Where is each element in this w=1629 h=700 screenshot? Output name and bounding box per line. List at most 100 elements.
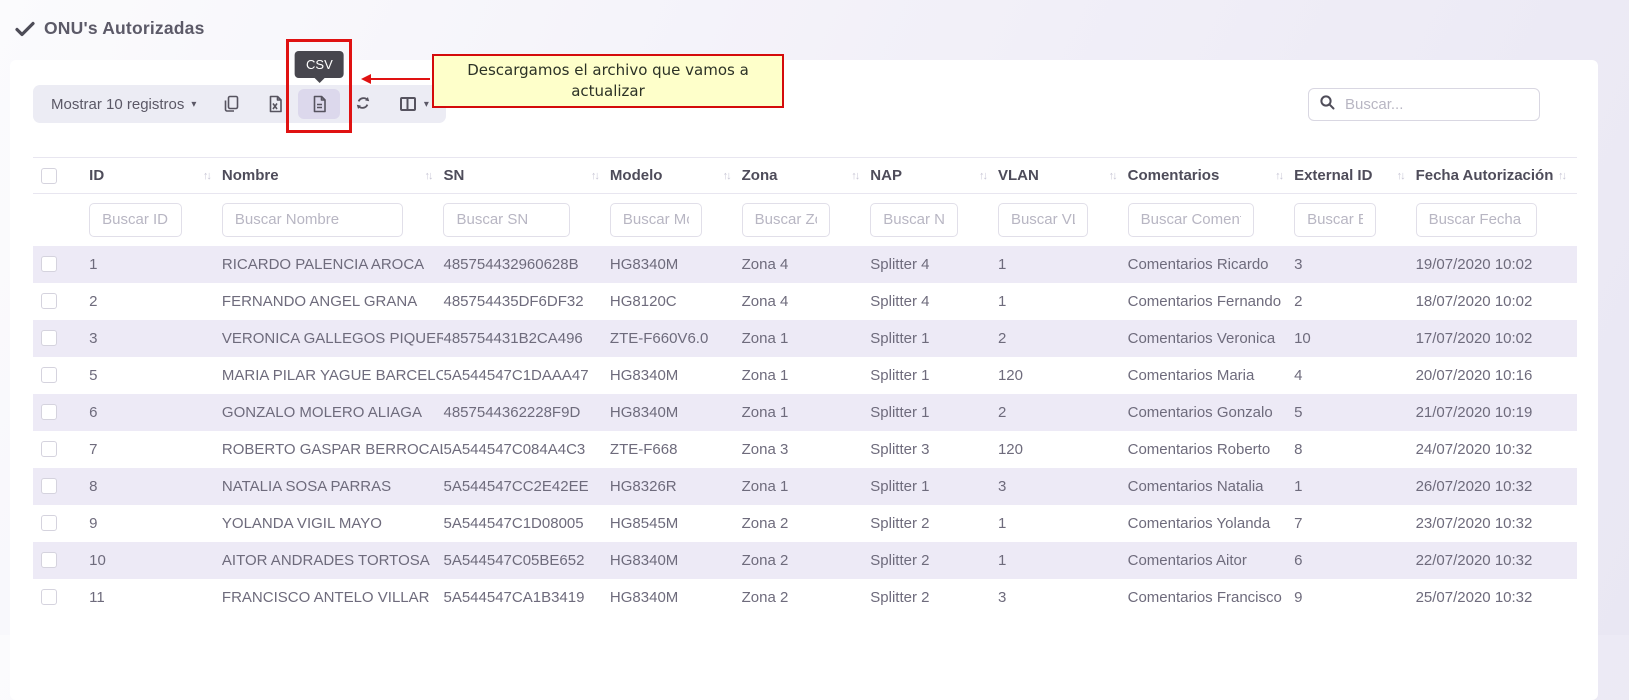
filter-input-vlan[interactable] [998,203,1088,237]
cell-zona: Zona 1 [742,394,871,431]
col-label: VLAN [998,167,1039,184]
filter-input-id[interactable] [89,203,182,237]
filter-input-modelo[interactable] [610,203,702,237]
row-checkbox[interactable] [41,589,57,605]
cell-nombre: FRANCISCO ANTELO VILLAR [222,579,444,616]
cell-sn: 485754435DF6DF32 [443,283,609,320]
col-header-zona[interactable]: Zona ↑↓ [742,158,871,194]
cell-sn: 5A544547C084A4C3 [443,431,609,468]
search-input[interactable] [1345,96,1544,113]
row-checkbox[interactable] [41,552,57,568]
cell-modelo: HG8340M [610,579,742,616]
col-header-comentarios[interactable]: Comentarios↑↓ [1128,158,1294,194]
page-header: ONU's Autorizadas [0,0,1629,39]
col-label: External ID [1294,167,1372,184]
sort-icon[interactable]: ↑↓ [1275,170,1282,182]
cell-id: 7 [89,431,222,468]
check-icon [15,21,35,37]
col-header-sn[interactable]: SN ↑↓ [443,158,609,194]
cell-modelo: HG8340M [610,357,742,394]
cell-sn: 5A544547C1DAAA47 [443,357,609,394]
sort-icon[interactable]: ↑↓ [591,170,598,182]
table-row: 5MARIA PILAR YAGUE BARCELO5A544547C1DAAA… [33,357,1577,394]
select-all-checkbox[interactable] [41,168,57,184]
row-checkbox[interactable] [41,478,57,494]
cell-vlan: 120 [998,431,1128,468]
cell-external_id: 5 [1294,394,1416,431]
filter-input-sn[interactable] [443,203,569,237]
csv-tooltip: CSV [295,51,344,78]
cell-id: 10 [89,542,222,579]
sort-icon[interactable]: ↑↓ [723,170,730,182]
cell-comentarios: Comentarios Fernando [1128,283,1294,320]
reload-button[interactable] [342,89,384,119]
sort-icon[interactable]: ↑↓ [1109,170,1116,182]
sort-icon[interactable]: ↑↓ [1397,170,1404,182]
cell-id: 8 [89,468,222,505]
cell-id: 11 [89,579,222,616]
cell-nap: Splitter 1 [870,320,998,357]
row-checkbox[interactable] [41,330,57,346]
filter-cell-vlan [998,194,1128,246]
row-checkbox-cell [33,468,89,505]
sort-icon[interactable]: ↑↓ [1558,170,1565,182]
cell-nap: Splitter 3 [870,431,998,468]
filter-input-nap[interactable] [870,203,958,237]
cell-zona: Zona 4 [742,246,871,283]
row-checkbox[interactable] [41,293,57,309]
row-checkbox[interactable] [41,441,57,457]
sort-icon[interactable]: ↑↓ [979,170,986,182]
col-header-nap[interactable]: NAP↑↓ [870,158,998,194]
page-title: ONU's Autorizadas [44,18,205,39]
filter-cell-zona [742,194,871,246]
global-search [1308,88,1540,121]
row-checkbox-cell [33,542,89,579]
col-header-modelo[interactable]: Modelo↑↓ [610,158,742,194]
cell-nombre: RICARDO PALENCIA AROCA [222,246,444,283]
table-row: 3VERONICA GALLEGOS PIQUER485754431B2CA49… [33,320,1577,357]
col-header-nombre[interactable]: Nombre↑↓ [222,158,444,194]
cell-external_id: 9 [1294,579,1416,616]
cell-fecha: 18/07/2020 10:02 [1416,283,1577,320]
row-checkbox[interactable] [41,404,57,420]
cell-nombre: ROBERTO GASPAR BERROCAL [222,431,444,468]
cell-vlan: 2 [998,394,1128,431]
datatable-toolbar: Mostrar 10 registros ▾ [33,85,446,123]
page-length-select[interactable]: Mostrar 10 registros ▾ [39,89,208,119]
filter-input-external_id[interactable] [1294,203,1376,237]
filter-input-fecha[interactable] [1416,203,1537,237]
col-header-id[interactable]: ID↑↓ [89,158,222,194]
columns-icon [398,94,418,114]
copy-button[interactable] [210,89,252,119]
row-checkbox[interactable] [41,515,57,531]
filter-cell-external_id [1294,194,1416,246]
cell-vlan: 2 [998,320,1128,357]
cell-sn: 5A544547CA1B3419 [443,579,609,616]
cell-vlan: 1 [998,246,1128,283]
row-checkbox-cell [33,357,89,394]
excel-export-button[interactable] [254,89,296,119]
col-header-vlan[interactable]: VLAN ↑↓ [998,158,1128,194]
table-row: 7ROBERTO GASPAR BERROCAL5A544547C084A4C3… [33,431,1577,468]
col-label: SN [443,167,464,184]
row-checkbox-cell [33,394,89,431]
cell-id: 3 [89,320,222,357]
filter-cell-modelo [610,194,742,246]
filter-cell-comentarios [1128,194,1294,246]
col-label: Zona [742,167,778,184]
sort-icon[interactable]: ↑↓ [203,170,210,182]
cell-vlan: 1 [998,505,1128,542]
row-checkbox[interactable] [41,256,57,272]
cell-comentarios: Comentarios Veronica [1128,320,1294,357]
filter-input-zona[interactable] [742,203,831,237]
table-row: 1RICARDO PALENCIA AROCA485754432960628BH… [33,246,1577,283]
csv-export-button[interactable]: CSV [298,89,340,119]
filter-input-comentarios[interactable] [1128,203,1254,237]
sort-icon[interactable]: ↑↓ [424,170,431,182]
col-header-fecha[interactable]: Fecha Autorización↑↓ [1416,158,1577,194]
sort-icon[interactable]: ↑↓ [851,170,858,182]
cell-zona: Zona 2 [742,505,871,542]
col-header-external_id[interactable]: External ID ↑↓ [1294,158,1416,194]
filter-input-nombre[interactable] [222,203,404,237]
row-checkbox[interactable] [41,367,57,383]
